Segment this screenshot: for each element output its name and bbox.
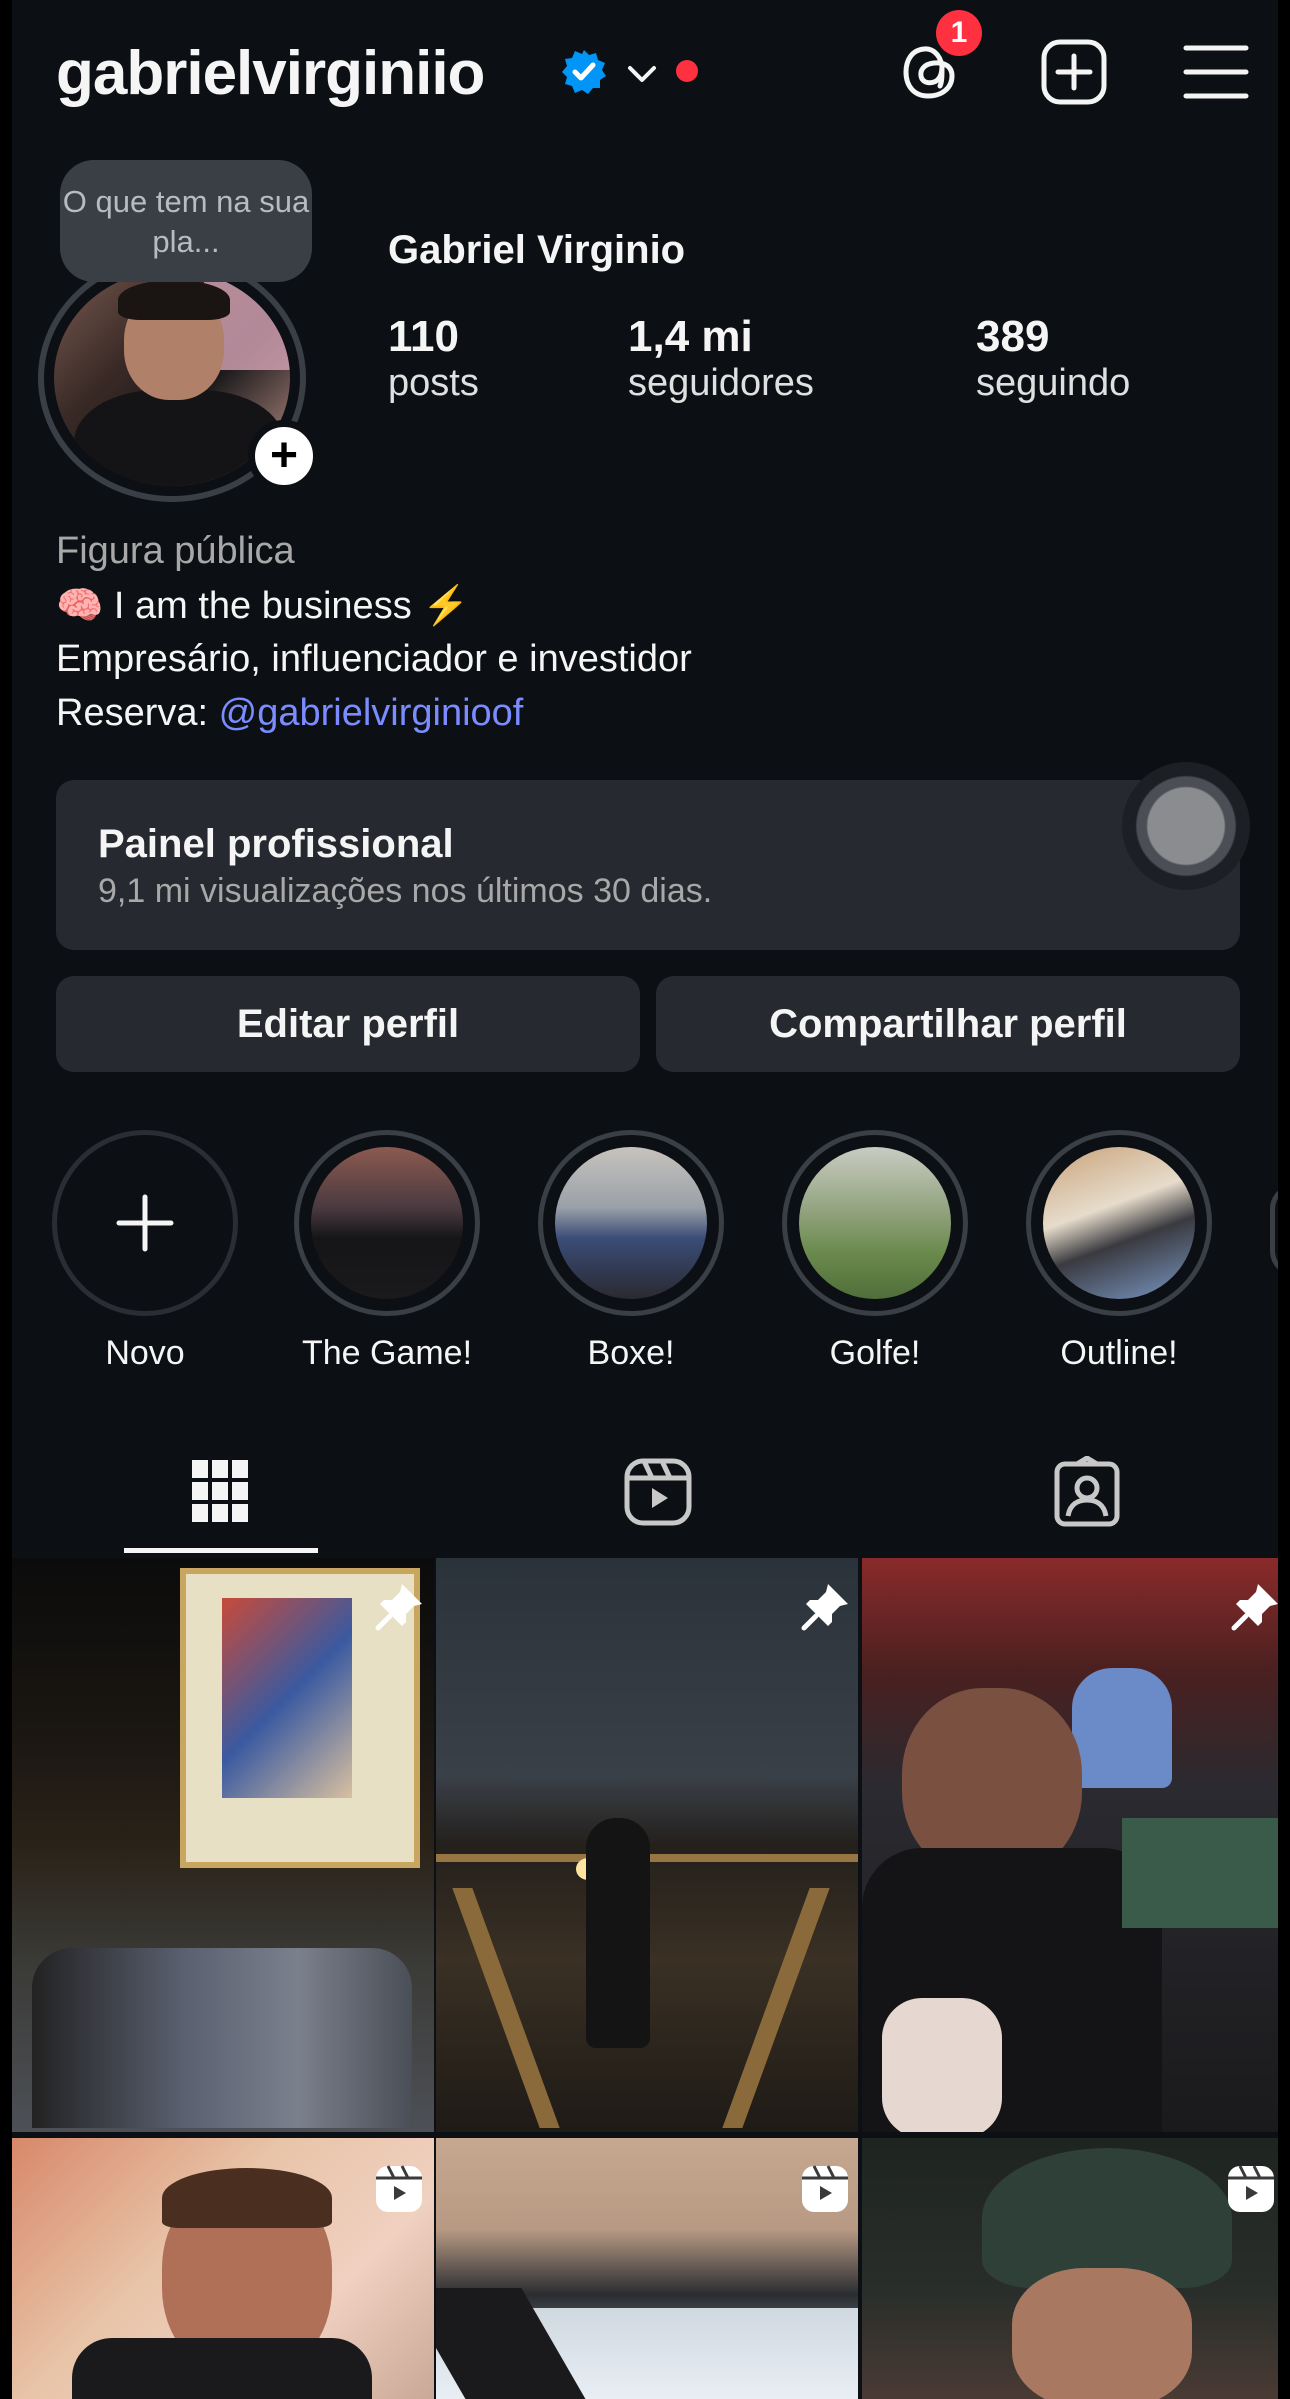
following-stat[interactable]: 389 seguindo [976,312,1130,405]
reel-icon [376,2165,422,2212]
grid-post[interactable] [12,1558,434,2132]
grid-post[interactable] [436,2138,858,2399]
pin-icon [375,1584,422,1631]
grid-post[interactable] [436,1558,858,2132]
dashboard-subtitle: 9,1 mi visualizações nos últimos 30 dias… [98,872,713,910]
bio-line-2: Empresário, influenciador e investidor [56,638,692,680]
highlight-outline[interactable] [1026,1130,1212,1316]
plus-icon [116,1194,174,1252]
highlight-label-the-game: The Game! [301,1334,473,1372]
dashboard-indicator [1122,762,1250,890]
followers-stat[interactable]: 1,4 mi seguidores [628,312,814,405]
grid-post[interactable] [12,2138,434,2399]
tagged-icon[interactable] [1052,1456,1122,1528]
verified-badge-icon [562,50,606,94]
reserve-account-link[interactable]: @gabrielvirginioof [219,692,524,734]
hamburger-menu-icon[interactable] [1180,36,1252,108]
note-bubble[interactable]: O que tem na sua pla... [60,160,312,282]
active-tab-indicator [124,1548,318,1553]
pin-icon [1231,1584,1278,1631]
unread-dot [676,60,698,82]
highlight-the-game[interactable] [294,1130,480,1316]
plus-square-icon[interactable] [1038,36,1110,108]
username-switcher[interactable]: gabrielvirginiio [56,38,485,109]
threads-badge: 1 [936,10,982,56]
highlight-label-golfe: Golfe! [829,1334,921,1372]
highlight-label-new: Novo [105,1334,185,1372]
highlight-more[interactable] [1270,1184,1278,1276]
grid-post[interactable] [862,1558,1278,2132]
followers-count: 1,4 mi [628,312,753,361]
highlight-golfe[interactable] [782,1130,968,1316]
dashboard-title: Painel profissional [98,822,454,866]
reel-icon [1228,2165,1274,2212]
category-label: Figura pública [56,530,295,572]
highlight-label-outline: Outline! [1060,1334,1178,1372]
reel-icon [802,2165,848,2212]
share-profile-button[interactable]: Compartilhar perfil [656,976,1240,1072]
highlight-new[interactable] [52,1130,238,1316]
reserve-label: Reserva: [56,692,219,734]
reels-icon[interactable] [622,1456,694,1528]
profile-screen: gabrielvirginiio 1 + O que tem na sua pl… [12,0,1278,2399]
posts-stat[interactable]: 110 posts [388,312,479,405]
pin-icon [801,1584,848,1631]
following-label: seguindo [976,362,1131,404]
bio-line-1: 🧠 I am the business ⚡ [56,585,470,627]
posts-label: posts [388,362,479,404]
posts-count: 110 [388,312,459,361]
add-story-button[interactable]: + [248,420,320,492]
highlight-label-boxe: Boxe! [587,1334,675,1372]
chevron-down-icon[interactable] [626,58,658,90]
following-count: 389 [976,312,1050,361]
followers-label: seguidores [628,362,814,404]
bio-line-3: Reserva: @gabrielvirginioof [56,692,523,735]
edit-profile-button[interactable]: Editar perfil [56,976,640,1072]
grid-icon[interactable] [190,1456,250,1526]
highlight-boxe[interactable] [538,1130,724,1316]
grid-post[interactable] [862,2138,1278,2399]
full-name: Gabriel Virginio [388,228,686,272]
